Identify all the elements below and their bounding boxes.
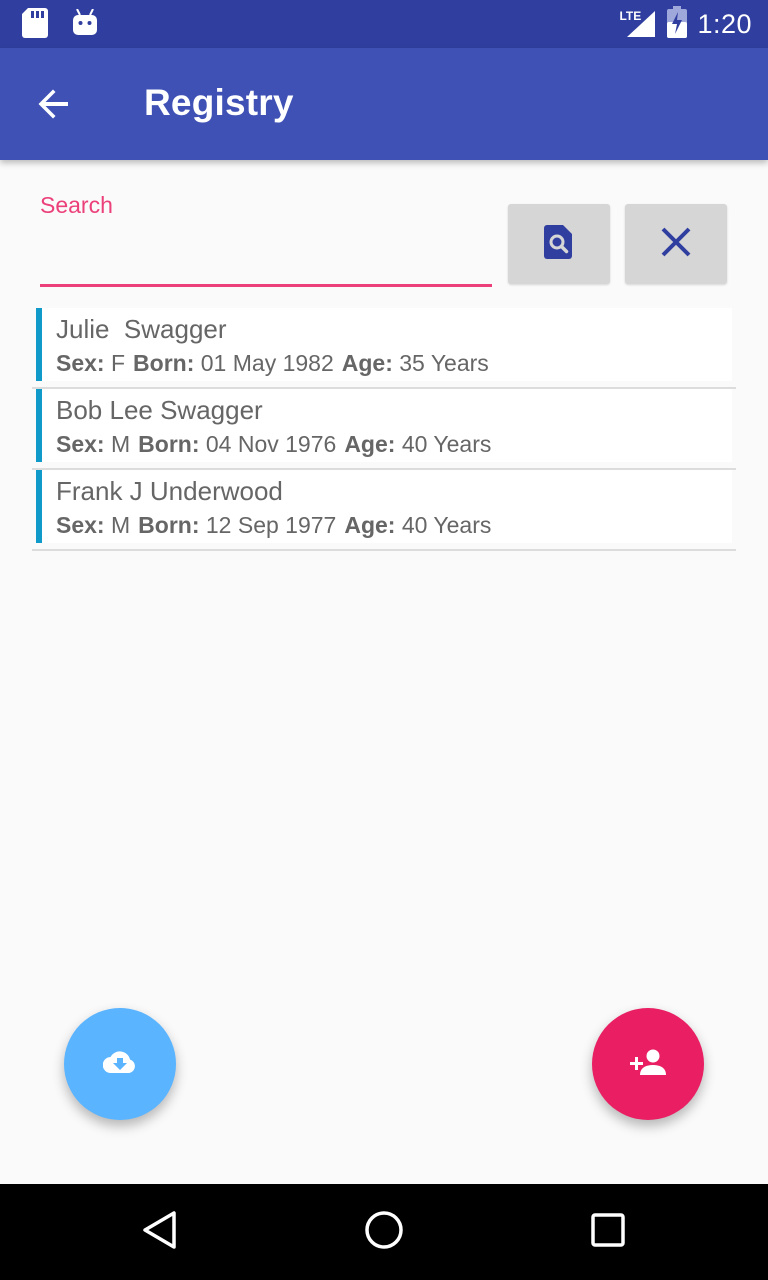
find-in-page-icon (544, 224, 574, 264)
registry-list: Julie Swagger Sex: F Born: 01 May 1982 Age… (32, 308, 736, 551)
cloud-download-icon (102, 1050, 137, 1079)
person-add-icon (630, 1048, 666, 1081)
born-value: 04 Nov 1976 (205, 431, 337, 457)
born-label: Born: (133, 350, 195, 376)
born-value: 12 Sep 1977 (205, 512, 337, 538)
list-item-card: Julie Swagger Sex: F Born: 01 May 1982 Age… (36, 308, 732, 381)
arrow-back-icon (36, 86, 72, 127)
android-icon (72, 8, 98, 42)
back-button[interactable] (30, 82, 78, 130)
search-input[interactable] (40, 225, 492, 287)
list-item-card: Bob Lee Swagger Sex: M Born: 04 Nov 1976 A… (36, 389, 732, 462)
sex-label: Sex: (56, 512, 105, 538)
person-meta: Sex: M Born: 12 Sep 1977 Age: 40 Years (56, 512, 499, 539)
navigation-bar (0, 1184, 768, 1280)
age-value: 40 Years (401, 512, 492, 538)
nav-back-button[interactable] (136, 1208, 184, 1256)
sex-label: Sex: (56, 350, 105, 376)
list-item[interactable]: Julie Swagger Sex: F Born: 01 May 1982 Age… (32, 308, 736, 389)
age-label: Age: (344, 512, 396, 538)
person-name: Frank J Underwood (56, 476, 283, 506)
sex-value: F (110, 350, 126, 376)
recents-square-icon (590, 1212, 626, 1253)
lte-signal-icon: LTE (619, 9, 657, 39)
person-name: Bob Lee Swagger (56, 395, 263, 425)
nav-home-button[interactable] (360, 1208, 408, 1256)
home-circle-icon (364, 1210, 404, 1255)
search-button[interactable] (508, 204, 610, 284)
clear-button[interactable] (625, 204, 727, 284)
battery-icon (667, 5, 688, 43)
person-meta: Sex: F Born: 01 May 1982 Age: 35 Years (56, 350, 497, 377)
page-title: Registry (144, 82, 294, 123)
status-time: 1:20 (697, 8, 752, 39)
close-icon (659, 225, 693, 264)
download-button[interactable] (64, 1008, 176, 1120)
age-label: Age: (341, 350, 393, 376)
add-person-button[interactable] (592, 1008, 704, 1120)
sd-card-icon (22, 8, 48, 43)
born-label: Born: (138, 431, 200, 457)
age-label: Age: (344, 431, 396, 457)
born-label: Born: (138, 512, 200, 538)
app-bar: Registry (0, 48, 768, 160)
sex-label: Sex: (56, 431, 105, 457)
back-triangle-icon (142, 1210, 178, 1255)
list-item[interactable]: Frank J Underwood Sex: M Born: 12 Sep 197… (32, 470, 736, 551)
search-label: Search (40, 192, 113, 218)
born-value: 01 May 1982 (200, 350, 334, 376)
person-name: Julie Swagger (56, 314, 227, 344)
status-bar: LTE 1:20 (0, 0, 768, 48)
sex-value: M (110, 512, 131, 538)
list-item[interactable]: Bob Lee Swagger Sex: M Born: 04 Nov 1976 A… (32, 389, 736, 470)
sex-value: M (110, 431, 131, 457)
person-meta: Sex: M Born: 04 Nov 1976 Age: 40 Years (56, 431, 499, 458)
age-value: 40 Years (401, 431, 492, 457)
nav-recents-button[interactable] (584, 1208, 632, 1256)
list-item-card: Frank J Underwood Sex: M Born: 12 Sep 197… (36, 470, 732, 543)
age-value: 35 Years (399, 350, 489, 376)
